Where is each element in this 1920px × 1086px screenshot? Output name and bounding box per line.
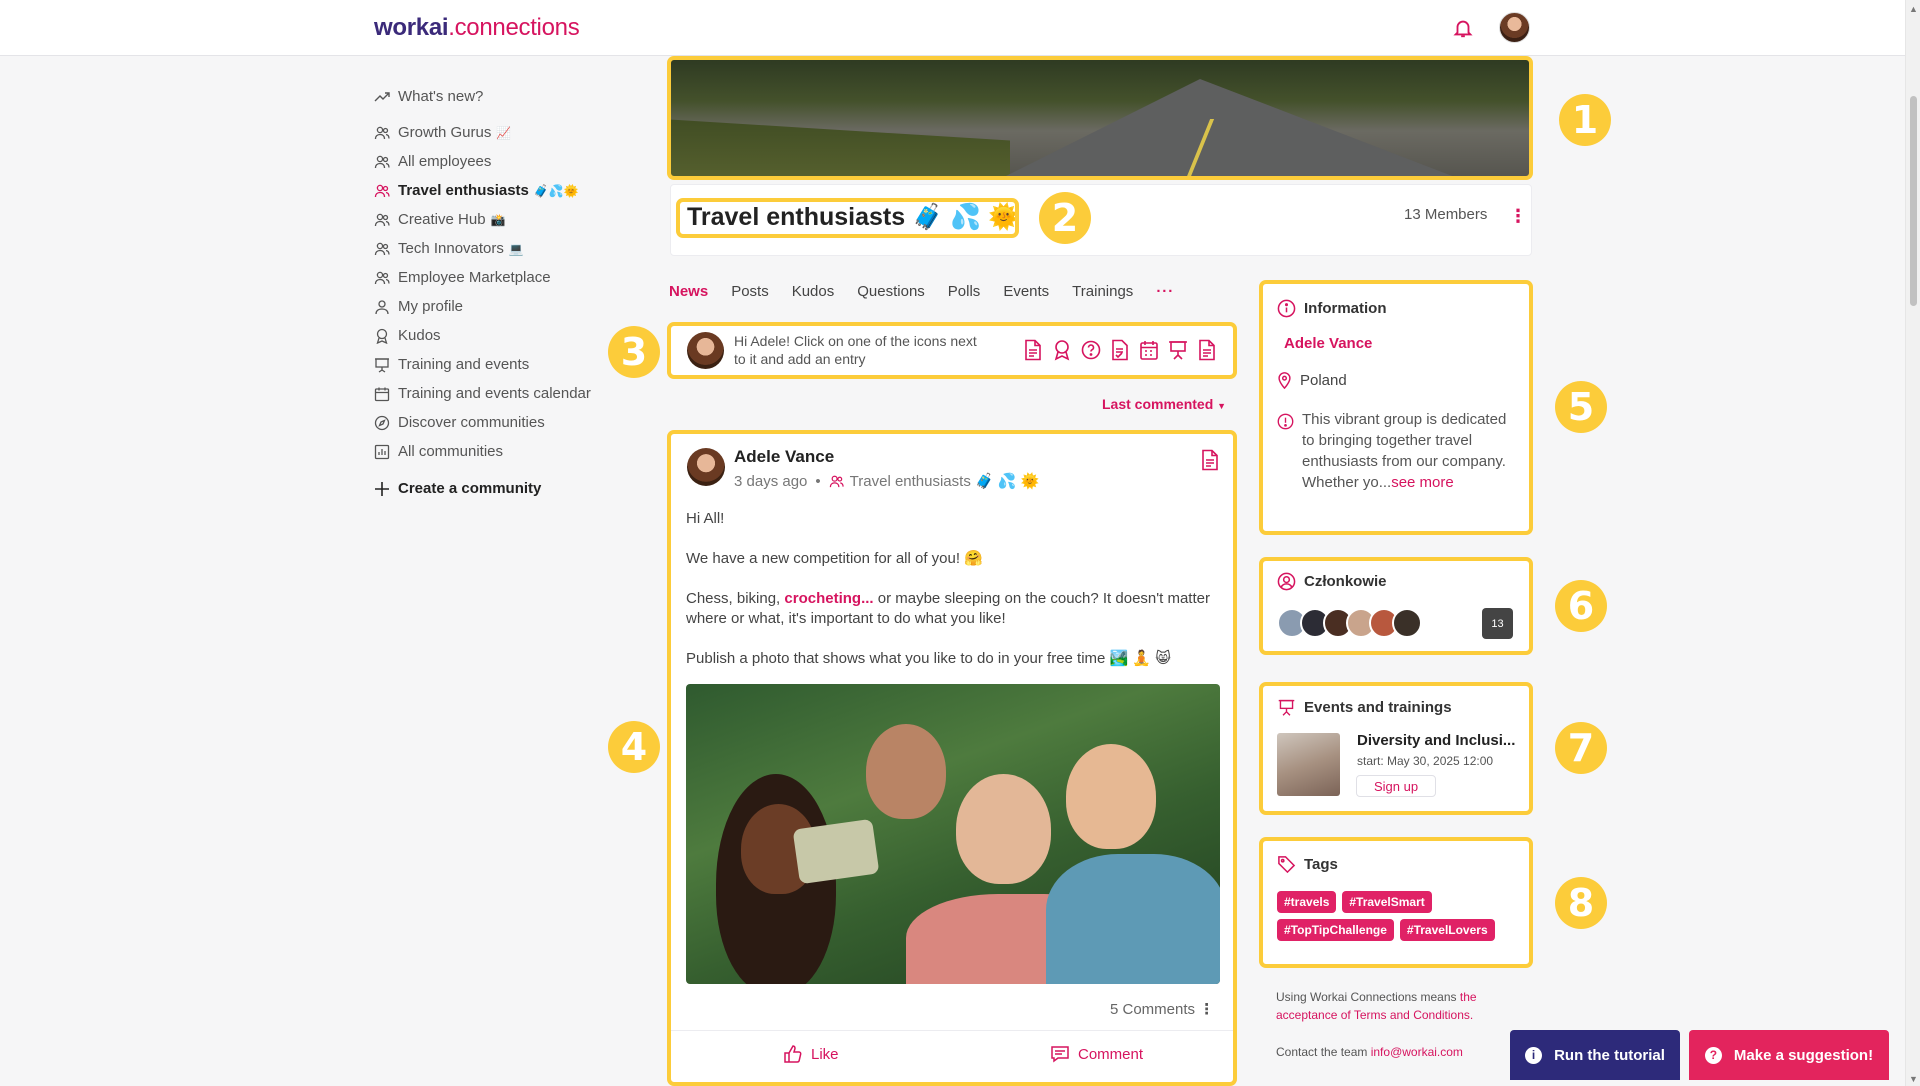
bell-icon[interactable] <box>1452 17 1474 39</box>
sidebar-item-employee-marketplace[interactable]: Employee Marketplace <box>374 263 624 292</box>
highlight-frame-tags <box>1259 837 1533 968</box>
trending-icon <box>374 91 390 101</box>
sidebar-item-creative-hub[interactable]: Creative Hub 📸 <box>374 205 624 234</box>
group-icon <box>374 213 390 226</box>
highlight-frame-post <box>667 430 1237 1086</box>
sort-dropdown[interactable]: Last commented ▼ <box>1102 396 1226 412</box>
tab-trainings[interactable]: Trainings <box>1072 283 1133 300</box>
group-icon <box>374 271 390 284</box>
members-count[interactable]: 13 Members <box>1404 206 1487 223</box>
annotation-marker: 5 <box>1555 381 1607 433</box>
sidebar-item-kudos[interactable]: Kudos <box>374 321 624 350</box>
compass-icon <box>374 415 390 430</box>
highlight-frame-title <box>676 198 1019 238</box>
scroll-down-icon[interactable]: ▼ <box>1909 1074 1918 1084</box>
create-community-button[interactable]: Create a community <box>374 474 624 503</box>
sidebar-item-all-communities[interactable]: All communities <box>374 437 624 466</box>
chart-icon <box>374 444 390 459</box>
sidebar-item-my-profile[interactable]: My profile <box>374 292 624 321</box>
highlight-frame-members <box>1259 557 1533 655</box>
contact-notice: Contact the team info@workai.com <box>1276 1045 1463 1059</box>
annotation-marker: 6 <box>1555 580 1607 632</box>
plus-icon <box>375 481 389 496</box>
info-icon: i <box>1525 1046 1543 1064</box>
sidebar-item-growth-gurus[interactable]: Growth Gurus 📈 <box>374 118 624 147</box>
tab-questions[interactable]: Questions <box>857 283 925 300</box>
question-icon: ? <box>1704 1046 1722 1064</box>
sidebar-nav: What's new? Growth Gurus 📈 All employees … <box>374 82 624 503</box>
annotation-marker: 4 <box>608 721 660 773</box>
app-logo[interactable]: workai.connections <box>374 14 580 42</box>
tab-posts[interactable]: Posts <box>731 283 769 300</box>
user-avatar[interactable] <box>1499 12 1530 43</box>
sidebar-item-all-employees[interactable]: All employees <box>374 147 624 176</box>
sidebar-item-whats-new[interactable]: What's new? <box>374 82 624 111</box>
sidebar-item-tech-innovators[interactable]: Tech Innovators 💻 <box>374 234 624 263</box>
scroll-thumb[interactable] <box>1910 96 1917 306</box>
sidebar-item-discover-communities[interactable]: Discover communities <box>374 408 624 437</box>
annotation-marker: 7 <box>1555 722 1607 774</box>
contact-email-link[interactable]: info@workai.com <box>1371 1045 1463 1059</box>
tab-news[interactable]: News <box>669 283 708 300</box>
tab-polls[interactable]: Polls <box>948 283 981 300</box>
user-icon <box>375 299 389 314</box>
presentation-icon <box>375 357 389 373</box>
annotation-marker: 2 <box>1039 192 1091 244</box>
annotation-marker: 8 <box>1555 877 1607 929</box>
highlight-frame-events <box>1259 682 1533 815</box>
top-bar: workai.connections <box>0 0 1905 56</box>
scroll-up-icon[interactable]: ▲ <box>1909 4 1918 14</box>
group-icon <box>374 184 390 197</box>
tab-events[interactable]: Events <box>1003 283 1049 300</box>
highlight-frame-info <box>1259 280 1533 535</box>
highlight-frame-composer <box>667 322 1237 379</box>
sidebar-item-travel-enthusiasts[interactable]: Travel enthusiasts 🧳💦🌞 <box>374 176 624 205</box>
caret-down-icon: ▼ <box>1217 401 1227 411</box>
scrollbar[interactable]: ▲ ▼ <box>1905 0 1920 1086</box>
group-options-icon[interactable]: ⋮ <box>1509 207 1527 225</box>
run-tutorial-button[interactable]: i Run the tutorial <box>1510 1030 1680 1080</box>
annotation-marker: 3 <box>608 326 660 378</box>
group-icon <box>374 155 390 168</box>
sidebar-item-training-calendar[interactable]: Training and events calendar <box>374 379 624 408</box>
award-icon <box>376 328 388 344</box>
sidebar-item-training-and-events[interactable]: Training and events <box>374 350 624 379</box>
highlight-frame-cover <box>667 56 1533 180</box>
group-icon <box>374 126 390 139</box>
calendar-icon <box>374 387 390 401</box>
tab-kudos[interactable]: Kudos <box>792 283 835 300</box>
make-suggestion-button[interactable]: ? Make a suggestion! <box>1689 1030 1889 1080</box>
group-icon <box>374 242 390 255</box>
tab-bar: News Posts Kudos Questions Polls Events … <box>669 283 1197 300</box>
more-tabs-icon[interactable]: ··· <box>1156 283 1174 300</box>
annotation-marker: 1 <box>1559 94 1611 146</box>
terms-notice: Using Workai Connections means the accep… <box>1276 990 1477 1022</box>
